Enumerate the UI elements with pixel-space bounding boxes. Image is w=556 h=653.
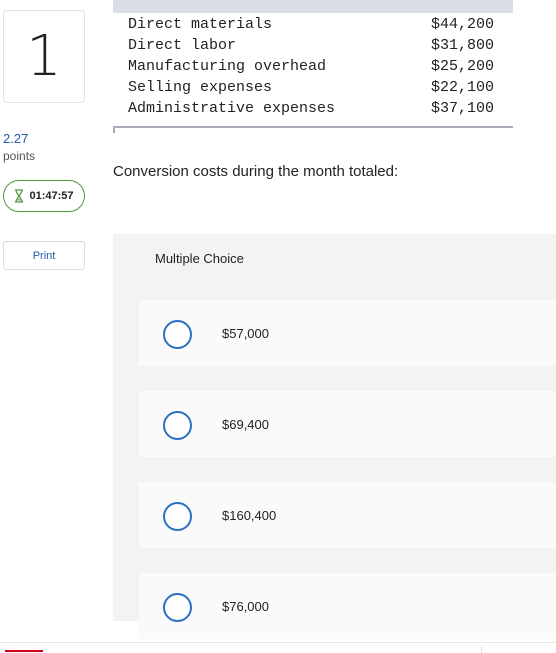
multiple-choice-title: Multiple Choice bbox=[155, 251, 244, 266]
table-bottom-border bbox=[113, 126, 513, 133]
question-number-box: 1 bbox=[3, 10, 85, 103]
row-amount: $44,200 bbox=[430, 16, 494, 33]
footer-tick bbox=[481, 646, 482, 653]
points-value: 2.27 bbox=[3, 131, 29, 146]
question-prompt: Conversion costs during the month totale… bbox=[113, 163, 399, 180]
option-label[interactable]: $69,400 bbox=[222, 417, 269, 432]
row-amount: $22,100 bbox=[430, 79, 494, 96]
row-amount: $31,800 bbox=[430, 37, 494, 54]
row-amount: $25,200 bbox=[430, 58, 494, 75]
option-label[interactable]: $160,400 bbox=[222, 508, 276, 523]
radio-button[interactable] bbox=[163, 411, 192, 440]
hourglass-icon bbox=[15, 189, 24, 203]
answer-option[interactable]: $69,400 bbox=[139, 391, 556, 457]
timer-text: 01:47:57 bbox=[29, 190, 74, 202]
answer-option[interactable]: $76,000 bbox=[139, 573, 556, 639]
table-row: Selling expenses $22,100 bbox=[128, 77, 494, 98]
answer-option[interactable]: $57,000 bbox=[139, 300, 556, 366]
table-row: Direct materials $44,200 bbox=[128, 14, 494, 35]
row-label: Direct labor bbox=[128, 37, 237, 54]
table-row: Manufacturing overhead $25,200 bbox=[128, 56, 494, 77]
answer-option[interactable]: $160,400 bbox=[139, 482, 556, 548]
row-label: Selling expenses bbox=[128, 79, 273, 96]
table-top-bar bbox=[113, 0, 513, 13]
row-label: Administrative expenses bbox=[128, 100, 336, 117]
question-number: 1 bbox=[26, 24, 62, 89]
option-label[interactable]: $76,000 bbox=[222, 599, 269, 614]
radio-button[interactable] bbox=[163, 593, 192, 622]
print-button[interactable]: Print bbox=[3, 241, 85, 270]
radio-button[interactable] bbox=[163, 502, 192, 531]
table-row: Administrative expenses $37,100 bbox=[128, 98, 494, 119]
footer-divider bbox=[0, 642, 556, 643]
option-label[interactable]: $57,000 bbox=[222, 326, 269, 341]
table-row: Direct labor $31,800 bbox=[128, 35, 494, 56]
footer-accent-bar bbox=[5, 650, 43, 652]
timer-badge: 01:47:57 bbox=[3, 180, 85, 212]
radio-button[interactable] bbox=[163, 320, 192, 349]
row-label: Direct materials bbox=[128, 16, 273, 33]
row-amount: $37,100 bbox=[430, 100, 494, 117]
row-label: Manufacturing overhead bbox=[128, 58, 327, 75]
multiple-choice-panel: Multiple Choice $57,000 $69,400 $160,400… bbox=[113, 234, 556, 639]
points-label: points bbox=[3, 149, 36, 163]
cost-table: Direct materials $44,200 Direct labor $3… bbox=[113, 0, 513, 134]
